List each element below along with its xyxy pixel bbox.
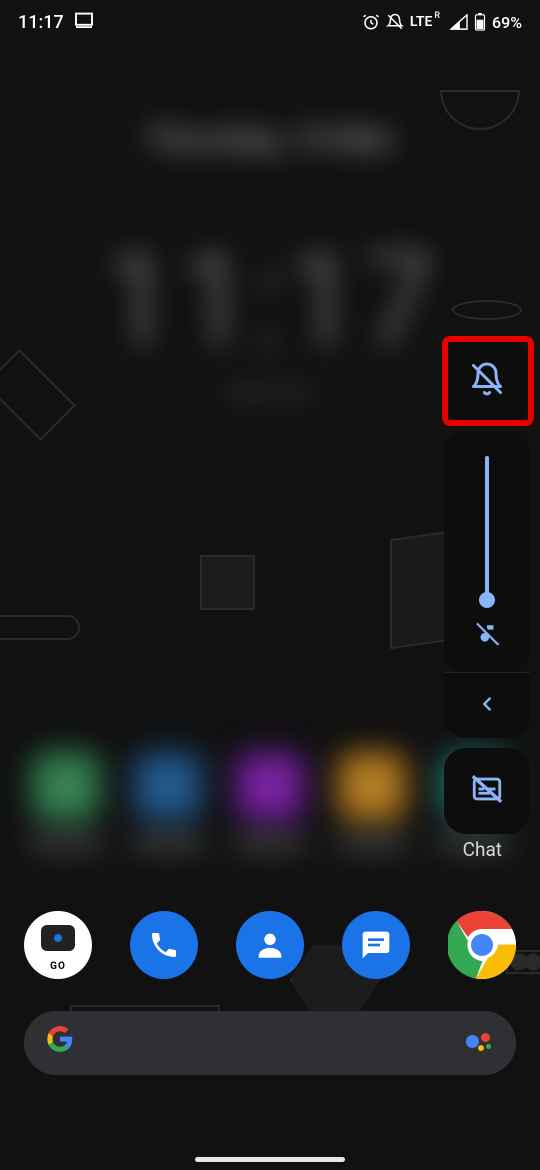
- dock-app-camera-go[interactable]: GO: [24, 911, 92, 979]
- widget-date: Thursday, 10 Mar: [0, 120, 540, 158]
- dock-app-messages[interactable]: [342, 911, 410, 979]
- app-label-chat: Chat: [463, 838, 502, 861]
- dock-app-contacts[interactable]: [236, 911, 304, 979]
- volume-settings-expand-button[interactable]: [444, 672, 530, 738]
- google-g-icon: [46, 1025, 74, 1061]
- volume-panel: [444, 340, 530, 834]
- media-volume-slider[interactable]: [485, 456, 489, 604]
- chevron-left-icon: [476, 693, 498, 719]
- gesture-nav-handle[interactable]: [195, 1157, 345, 1162]
- captions-off-icon: [470, 772, 504, 810]
- google-assistant-icon[interactable]: [464, 1028, 494, 1058]
- google-search-bar[interactable]: [24, 1011, 516, 1075]
- bell-off-icon: [469, 361, 505, 401]
- media-volume-slider-card: [444, 432, 530, 672]
- dock: GO: [0, 911, 540, 1075]
- camera-go-label: GO: [50, 961, 66, 972]
- live-caption-toggle[interactable]: [444, 748, 530, 834]
- dock-app-chrome[interactable]: [448, 911, 516, 979]
- media-volume-thumb[interactable]: [479, 592, 495, 608]
- ringer-mode-button[interactable]: [444, 340, 530, 422]
- music-off-icon: [474, 622, 500, 652]
- dock-app-phone[interactable]: [130, 911, 198, 979]
